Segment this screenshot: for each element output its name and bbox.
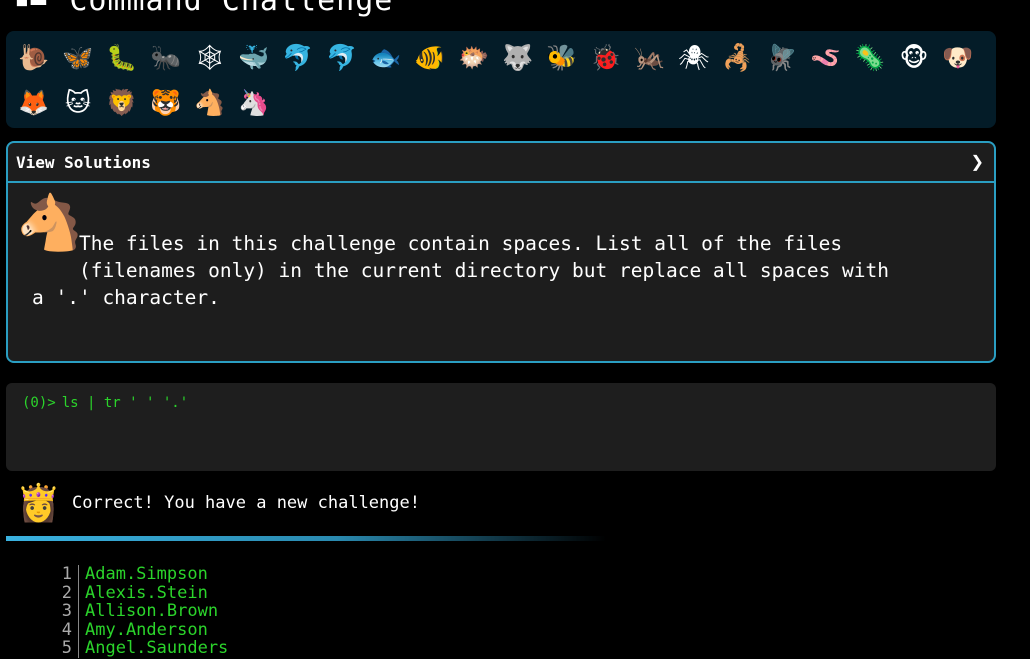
critter-row1-21-icon[interactable]: 🐵 <box>892 36 936 80</box>
critter-row1-18-icon[interactable]: 🪰 <box>760 36 804 80</box>
challenge-description: The files in this challenge contain spac… <box>32 232 890 309</box>
critter-row2-4-icon[interactable]: 🐯 <box>144 81 188 125</box>
critter-row1-11-icon[interactable]: 🐡 <box>452 36 496 80</box>
critter-row1-10-icon[interactable]: 🐠 <box>408 36 452 80</box>
critter-row1-5-icon[interactable]: 🕸 <box>188 36 232 80</box>
line-number: 5 <box>50 639 79 658</box>
output-line: 5 Angel.Saunders <box>50 639 228 658</box>
critter-row1-9-icon[interactable]: 🐟 <box>364 36 408 80</box>
critter-row1-19-icon[interactable]: 🪱 <box>804 36 848 80</box>
critter-row2-6-icon[interactable]: 🦄 <box>232 81 276 125</box>
critter-row2-5-icon[interactable]: 🐴 <box>188 81 232 125</box>
line-number: 1 <box>50 565 79 584</box>
page-title-text: Command Challenge <box>69 0 394 18</box>
terminal-prompt: (0)> <box>22 395 56 411</box>
page-title: ▪▬ Command Challenge <box>14 0 393 18</box>
critter-row1-8-icon[interactable]: 🐬 <box>320 36 364 80</box>
critter-row-1: 🐌 🦋 🐛 🐜 🕸 🐳 🐬 🐬 🐟 🐠 🐡 🐺 🐝 🐞 🦗 🕷 🦂 🪰 🪱 🦠 🐵 🐶 <box>12 35 990 80</box>
critter-row1-2-icon[interactable]: 🦋 <box>56 36 100 80</box>
solutions-panel: View Solutions ❯ 🐴 The files in this cha… <box>6 141 996 363</box>
critter-row1-22-icon[interactable]: 🐶 <box>936 36 980 80</box>
critter-row1-1-icon[interactable]: 🐌 <box>12 36 56 80</box>
terminal-icon: ▪▬ <box>14 0 48 15</box>
critter-bar: 🐌 🦋 🐛 🐜 🕸 🐳 🐬 🐬 🐟 🐠 🐡 🐺 🐝 🐞 🦗 🕷 🦂 🪰 🪱 🦠 🐵 🐶 🦊 🐱 🦁 🐯 🐴 🦄 <box>6 31 996 128</box>
filename: Angel.Saunders <box>85 638 229 658</box>
critter-row1-12-icon[interactable]: 🐺 <box>496 36 540 80</box>
filename: Amy.Anderson <box>85 619 208 640</box>
terminal-input[interactable]: (0)> ls | tr ' ' '.' <box>6 383 996 471</box>
output-line: 3 Allison.Brown <box>50 602 228 621</box>
view-solutions-toggle[interactable]: View Solutions ❯ <box>8 143 994 183</box>
terminal-command[interactable]: ls | tr ' ' '.' <box>62 395 188 411</box>
line-number: 3 <box>50 602 79 621</box>
filename: Adam.Simpson <box>85 564 208 584</box>
critter-row1-4-icon[interactable]: 🐜 <box>144 36 188 80</box>
critter-row1-13-icon[interactable]: 🐝 <box>540 36 584 80</box>
status-text: Correct! You have a new challenge! <box>72 493 420 513</box>
output-line: 1 Adam.Simpson <box>50 565 228 584</box>
critter-row1-3-icon[interactable]: 🐛 <box>100 36 144 80</box>
critter-row1-17-icon[interactable]: 🦂 <box>716 36 760 80</box>
critter-row2-3-icon[interactable]: 🦁 <box>100 81 144 125</box>
line-number: 4 <box>50 620 79 639</box>
critter-row2-2-icon[interactable]: 🐱 <box>56 81 100 125</box>
output-line: 2 Alexis.Stein <box>50 582 228 603</box>
critter-row-2: 🦊 🐱 🦁 🐯 🐴 🦄 <box>12 80 990 125</box>
princess-avatar-icon: 👸 <box>16 483 61 524</box>
output-line: 4 Amy.Anderson <box>50 619 228 640</box>
critter-row1-14-icon[interactable]: 🐞 <box>584 36 628 80</box>
view-solutions-label: View Solutions <box>16 152 151 172</box>
filename: Allison.Brown <box>85 601 219 621</box>
critter-row1-16-icon[interactable]: 🕷 <box>672 36 716 80</box>
critter-row1-15-icon[interactable]: 🦗 <box>628 36 672 80</box>
critter-row1-20-icon[interactable]: 🦠 <box>848 36 892 80</box>
line-number: 2 <box>50 583 79 602</box>
status-message: 👸 Correct! You have a new challenge! <box>16 480 420 526</box>
critter-row1-6-icon[interactable]: 🐳 <box>232 36 276 80</box>
critter-row1-7-icon[interactable]: 🐬 <box>276 36 320 80</box>
critter-row2-1-icon[interactable]: 🦊 <box>12 81 56 125</box>
challenge-body: 🐴 The files in this challenge contain sp… <box>8 183 994 361</box>
chevron-right-icon: ❯ <box>970 149 984 175</box>
divider <box>6 536 606 541</box>
command-output: 1 Adam.Simpson 2 Alexis.Stein 3 Allison.Brown… <box>50 565 228 658</box>
filename: Alexis.Stein <box>85 582 208 603</box>
